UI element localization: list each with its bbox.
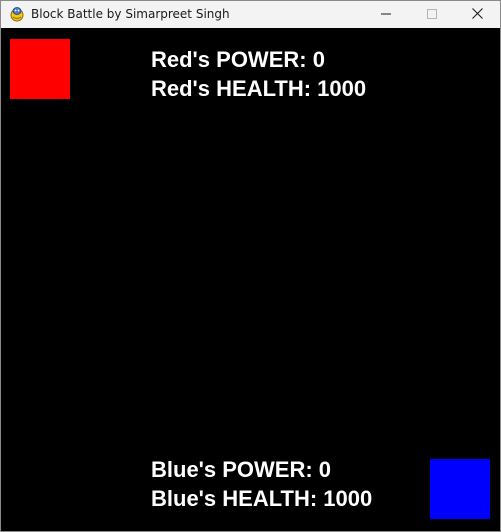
window-title: Block Battle by Simarpreet Singh [31, 7, 230, 21]
minimize-icon [381, 6, 391, 24]
game-window: Block Battle by Simarpreet Singh Red's P… [0, 0, 501, 532]
close-icon [471, 6, 483, 24]
maximize-icon [427, 6, 437, 24]
minimize-button[interactable] [363, 1, 409, 28]
maximize-button[interactable] [409, 1, 455, 28]
blue-health-text: Blue's HEALTH: 1000 [151, 486, 373, 511]
pygame-snake-icon [9, 6, 25, 22]
blue-player-block [430, 459, 490, 519]
red-player-hud: Red's POWER: 0 Red's HEALTH: 1000 [151, 45, 366, 103]
blue-power-text: Blue's POWER: 0 [151, 457, 332, 482]
close-button[interactable] [454, 1, 500, 28]
red-power-text: Red's POWER: 0 [151, 47, 325, 72]
red-health-text: Red's HEALTH: 1000 [151, 76, 367, 101]
game-canvas[interactable]: Red's POWER: 0 Red's HEALTH: 1000 Blue's… [1, 28, 500, 531]
red-player-block [10, 39, 70, 99]
blue-player-hud: Blue's POWER: 0 Blue's HEALTH: 1000 [151, 455, 372, 513]
title-bar[interactable]: Block Battle by Simarpreet Singh [1, 1, 500, 28]
